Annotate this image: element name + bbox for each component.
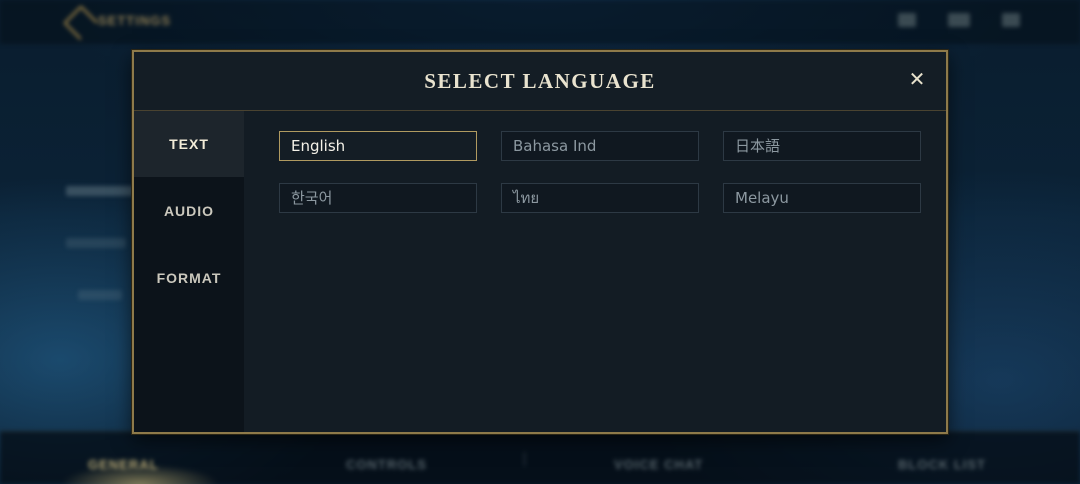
- background-top-bar: SETTINGS: [0, 0, 1080, 44]
- select-language-dialog: SELECT LANGUAGE ✕ TEXT AUDIO FORMAT Engl…: [132, 50, 948, 434]
- background-app-title: SETTINGS: [98, 13, 172, 28]
- news-icon: [898, 13, 916, 27]
- settings-screen: SETTINGS GENERAL CONTROLS VOICE CHAT BLO…: [0, 0, 1080, 484]
- language-option-korean[interactable]: 한국어: [279, 183, 477, 213]
- dialog-title: SELECT LANGUAGE: [424, 69, 656, 93]
- mail-icon: [948, 13, 970, 27]
- background-side-item: [66, 186, 136, 196]
- friends-icon: [1002, 13, 1020, 27]
- tab-format[interactable]: FORMAT: [134, 245, 244, 311]
- tab-divider: [524, 452, 525, 466]
- app-logo-icon: [62, 4, 100, 42]
- language-option-english[interactable]: English: [279, 131, 477, 161]
- background-tab-controls: CONTROLS: [346, 457, 427, 472]
- language-option-bahasa-indonesia[interactable]: Bahasa Ind: [501, 131, 699, 161]
- background-tab-block-list: BLOCK LIST: [898, 457, 986, 472]
- background-tab-general: GENERAL: [88, 457, 159, 472]
- background-bottom-bar: GENERAL CONTROLS VOICE CHAT BLOCK LIST: [0, 431, 1080, 484]
- background-side-item: [66, 238, 126, 248]
- background-side-item: [78, 290, 122, 300]
- background-tab-voice-chat: VOICE CHAT: [614, 457, 704, 472]
- dialog-side-tabs: TEXT AUDIO FORMAT: [134, 111, 246, 432]
- language-option-thai[interactable]: ไทย: [501, 183, 699, 213]
- language-option-malay[interactable]: Melayu: [723, 183, 921, 213]
- language-options-panel: English Bahasa Ind 日本語 한국어 ไทย Melayu: [244, 111, 946, 432]
- tab-text[interactable]: TEXT: [134, 111, 246, 177]
- language-option-japanese[interactable]: 日本語: [723, 131, 921, 161]
- tab-audio[interactable]: AUDIO: [134, 178, 244, 244]
- close-icon[interactable]: ✕: [906, 68, 928, 92]
- dialog-header: SELECT LANGUAGE ✕: [134, 52, 946, 111]
